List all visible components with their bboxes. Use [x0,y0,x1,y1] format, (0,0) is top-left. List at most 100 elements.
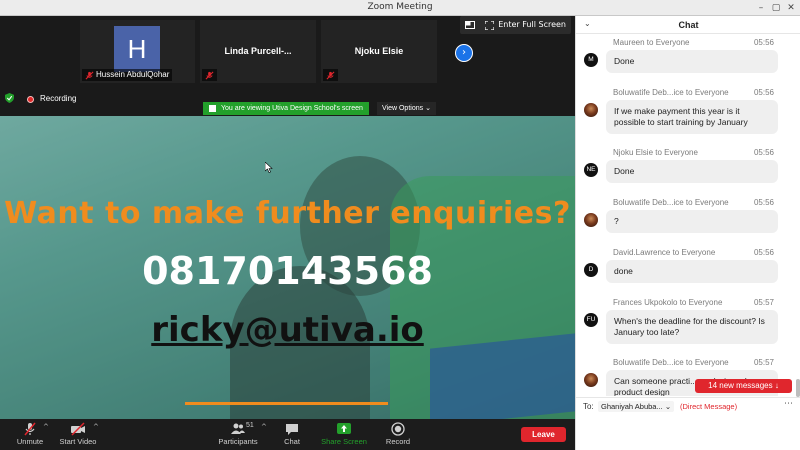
viewing-banner-text: You are viewing Utiva Design School's sc… [221,105,363,112]
layout-icon [465,21,476,29]
participant-tile[interactable]: Njoku Elsie [321,20,437,83]
muted-mic-icon [326,71,335,80]
chat-panel: ⌄ Chat M Maureen to Everyone 05:56 Done … [575,16,800,450]
to-label: To: [583,402,594,411]
video-options-chevron-icon[interactable]: ^ [93,423,99,431]
message-sender: Boluwatife Deb...ice to Everyone [613,88,729,97]
chat-bubble-icon [286,424,298,435]
participants-button[interactable]: 51 Participants [217,422,259,446]
participant-name: Linda Purcell-... [224,46,292,56]
avatar [584,213,598,227]
new-messages-label: 14 new messages [708,381,773,390]
chat-button[interactable]: Chat [279,422,305,446]
minimize-icon[interactable]: – [755,2,767,14]
chat-message: D David.Lawrence to Everyone 05:56 done [576,248,794,290]
chat-message-input[interactable] [576,414,800,450]
recipient-select[interactable]: Ghaniyah Abuba... ⌄ [598,401,675,412]
chat-message-list: M Maureen to Everyone 05:56 Done Boluwat… [576,34,794,396]
more-options-icon[interactable]: ⋯ [784,399,793,409]
avatar: NE [584,163,598,177]
participant-tile[interactable]: H Hussein AbdulQohar [80,20,195,83]
view-controls: Enter Full Screen [460,16,571,34]
maximize-icon[interactable]: ▢ [770,2,782,14]
message-time: 05:56 [753,38,774,47]
chat-message: NE Njoku Elsie to Everyone 05:56 Done [576,148,794,190]
message-time: 05:57 [753,358,774,367]
chat-message: Boluwatife Deb...ice to Everyone 05:56 I… [576,88,794,140]
participant-name-label: Hussein AbdulQohar [82,69,173,81]
message-text: done [606,260,778,283]
message-text: When's the deadline for the discount? Is… [606,310,778,344]
chat-message: Boluwatife Deb...ice to Everyone 05:56 ? [576,198,794,240]
message-text: Done [606,50,778,73]
contact-email: ricky@utiva.io [151,310,424,350]
decorative-divider [185,402,388,405]
close-icon[interactable]: ✕ [785,2,797,14]
meeting-toolbar: Unmute ^ Start Video ^ 51 Participants ^… [0,419,575,450]
share-screen-label: Share Screen [321,437,367,446]
muted-mic-icon [205,71,214,80]
message-sender: Boluwatife Deb...ice to Everyone [613,358,729,367]
participant-mute-indicator [323,69,338,81]
chat-title: Chat [678,20,699,30]
avatar: FU [584,313,598,327]
viewing-screen-banner: You are viewing Utiva Design School's sc… [203,102,369,115]
chat-message: M Maureen to Everyone 05:56 Done [576,38,794,80]
start-video-label: Start Video [59,437,97,446]
chat-header: ⌄ Chat [576,16,800,34]
record-icon [391,422,405,436]
avatar [584,373,598,387]
view-options-label: View Options [382,105,424,112]
unmute-button[interactable]: Unmute [14,422,46,446]
participant-tile[interactable]: Linda Purcell-... [200,20,316,83]
fullscreen-icon [485,20,495,30]
enquiry-headline: Want to make further enquiries? [4,196,571,231]
recording-indicator-icon [27,96,34,103]
screen-share-icon [209,105,216,112]
direct-message-label: (Direct Message) [680,402,738,411]
fullscreen-label: Enter Full Screen [498,20,566,29]
chat-message: FU Frances Ukpokolo to Everyone 05:57 Wh… [576,298,794,350]
chevron-down-icon: ⌄ [664,402,672,411]
message-sender: Maureen to Everyone [613,38,690,47]
recording-label: Recording [40,94,77,103]
message-sender: David.Lawrence to Everyone [613,248,716,257]
recipient-name: Ghaniyah Abuba... [601,402,663,411]
view-options-button[interactable]: View Options ⌄ [377,102,436,115]
chat-scrollbar[interactable] [794,34,800,397]
participants-options-chevron-icon[interactable]: ^ [261,423,267,431]
recipient-bar: To: Ghaniyah Abuba... ⌄ (Direct Message)… [576,397,800,414]
leave-button[interactable]: Leave [521,427,566,442]
mouse-cursor-icon [265,162,273,173]
share-screen-button[interactable]: Share Screen [318,422,370,446]
shared-screen: Want to make further enquiries? 08170143… [0,116,575,419]
message-text: If we make payment this year is it possi… [606,100,778,134]
fullscreen-button[interactable]: Enter Full Screen [480,16,571,34]
start-video-button[interactable]: Start Video [58,422,98,446]
window-title: Zoom Meeting [367,2,433,12]
chat-label: Chat [284,437,300,446]
new-messages-button[interactable]: 14 new messages ↓ [695,379,792,393]
message-time: 05:56 [753,88,774,97]
layout-toggle-button[interactable] [460,16,480,34]
muted-mic-icon [85,71,94,80]
share-screen-icon [337,423,351,434]
security-shield-icon[interactable] [5,93,14,103]
message-time: 05:57 [753,298,774,307]
participants-count: 51 [246,422,254,429]
arrow-down-icon: ↓ [774,381,779,390]
avatar [584,103,598,117]
avatar: D [584,263,598,277]
next-participants-button[interactable]: › [455,44,473,62]
participants-icon [231,423,245,434]
avatar: M [584,53,598,67]
message-text: ? [606,210,778,233]
message-time: 05:56 [753,148,774,157]
chevron-down-icon: ⌄ [425,105,431,112]
participants-label: Participants [218,437,258,446]
record-button[interactable]: Record [383,422,413,446]
message-time: 05:56 [753,248,774,257]
record-label: Record [385,437,411,446]
audio-options-chevron-icon[interactable]: ^ [43,423,49,431]
scrollbar-thumb[interactable] [796,379,800,397]
